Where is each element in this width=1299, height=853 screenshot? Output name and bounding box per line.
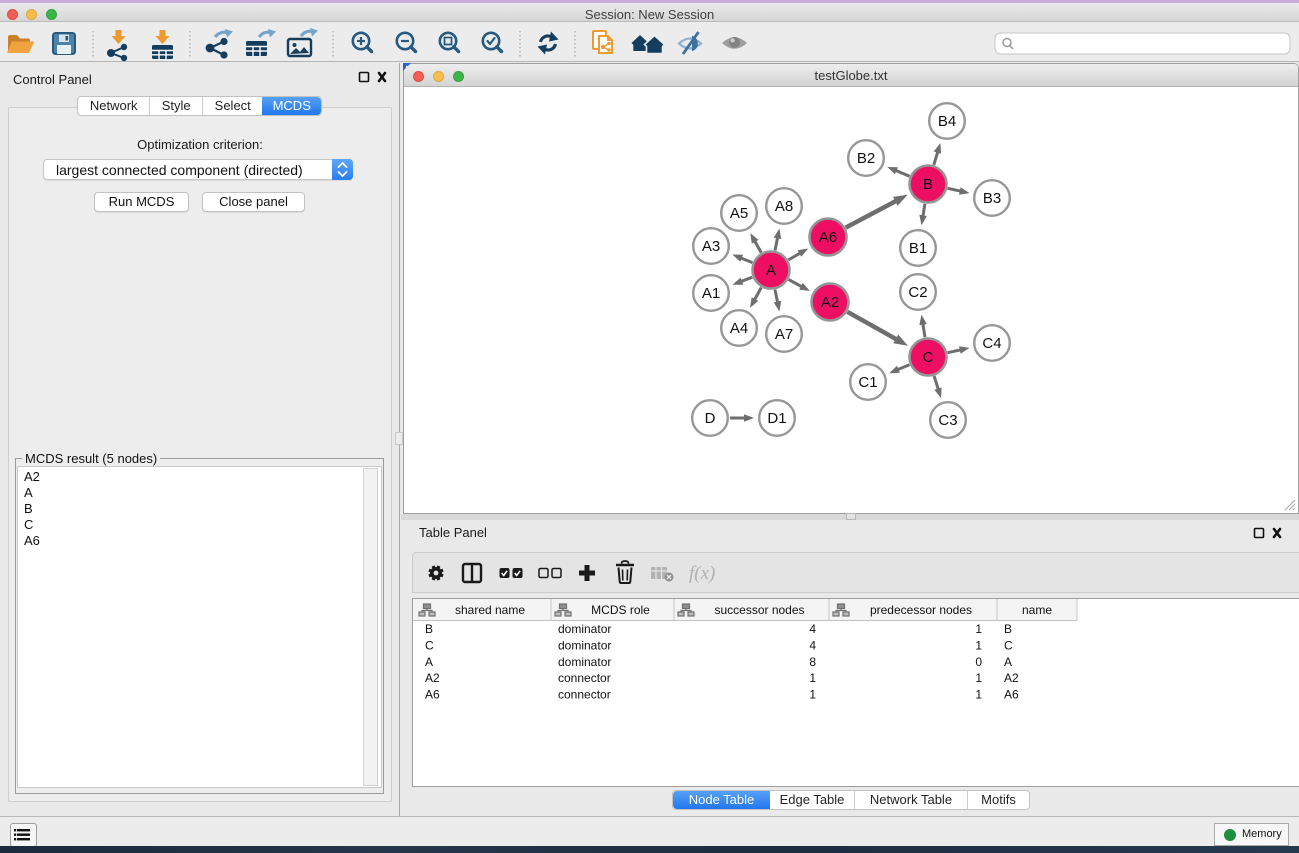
svg-text:A: A xyxy=(766,262,776,279)
svg-text:predecessor nodes: predecessor nodes xyxy=(870,603,972,617)
svg-text:B1: B1 xyxy=(909,240,927,257)
svg-text:A6: A6 xyxy=(819,229,837,246)
svg-text:0: 0 xyxy=(975,655,982,669)
svg-text:C3: C3 xyxy=(938,412,957,429)
svg-text:4: 4 xyxy=(809,622,816,636)
svg-text:A2: A2 xyxy=(1004,671,1019,685)
svg-text:dominator: dominator xyxy=(558,655,611,669)
svg-text:dominator: dominator xyxy=(558,638,611,652)
svg-text:A: A xyxy=(1004,655,1012,669)
svg-text:B: B xyxy=(1004,622,1012,636)
svg-text:A2: A2 xyxy=(425,671,440,685)
svg-text:B2: B2 xyxy=(857,150,875,167)
svg-text:1: 1 xyxy=(809,671,816,685)
svg-text:dominator: dominator xyxy=(558,622,611,636)
svg-text:1: 1 xyxy=(975,622,982,636)
svg-text:A2: A2 xyxy=(821,294,839,311)
svg-text:B: B xyxy=(923,176,933,193)
svg-text:C1: C1 xyxy=(858,374,877,391)
svg-text:C4: C4 xyxy=(982,335,1001,352)
svg-text:B3: B3 xyxy=(983,190,1001,207)
svg-text:shared name: shared name xyxy=(455,603,525,617)
svg-text:4: 4 xyxy=(809,638,816,652)
svg-text:connector: connector xyxy=(558,688,611,702)
svg-text:A6: A6 xyxy=(1004,688,1019,702)
svg-text:A7: A7 xyxy=(775,326,793,343)
svg-text:D: D xyxy=(705,410,716,427)
svg-text:1: 1 xyxy=(975,688,982,702)
svg-text:C2: C2 xyxy=(908,284,927,301)
svg-text:successor nodes: successor nodes xyxy=(714,603,804,617)
svg-text:A4: A4 xyxy=(730,320,748,337)
svg-text:1: 1 xyxy=(975,638,982,652)
svg-text:B4: B4 xyxy=(938,113,956,130)
svg-text:A8: A8 xyxy=(775,198,793,215)
svg-text:A3: A3 xyxy=(702,238,720,255)
svg-text:A6: A6 xyxy=(425,688,440,702)
svg-text:A1: A1 xyxy=(702,285,720,302)
svg-text:name: name xyxy=(1022,603,1052,617)
svg-text:B: B xyxy=(425,622,433,636)
svg-text:C: C xyxy=(425,638,434,652)
svg-text:1: 1 xyxy=(809,688,816,702)
svg-text:8: 8 xyxy=(809,655,816,669)
svg-text:D1: D1 xyxy=(767,410,786,427)
svg-text:1: 1 xyxy=(975,671,982,685)
svg-text:connector: connector xyxy=(558,671,611,685)
svg-text:C: C xyxy=(1004,638,1013,652)
svg-text:A5: A5 xyxy=(730,205,748,222)
svg-text:A: A xyxy=(425,655,433,669)
svg-text:MCDS role: MCDS role xyxy=(591,603,650,617)
svg-text:C: C xyxy=(923,349,934,366)
svg-text:f(x): f(x) xyxy=(689,563,715,584)
